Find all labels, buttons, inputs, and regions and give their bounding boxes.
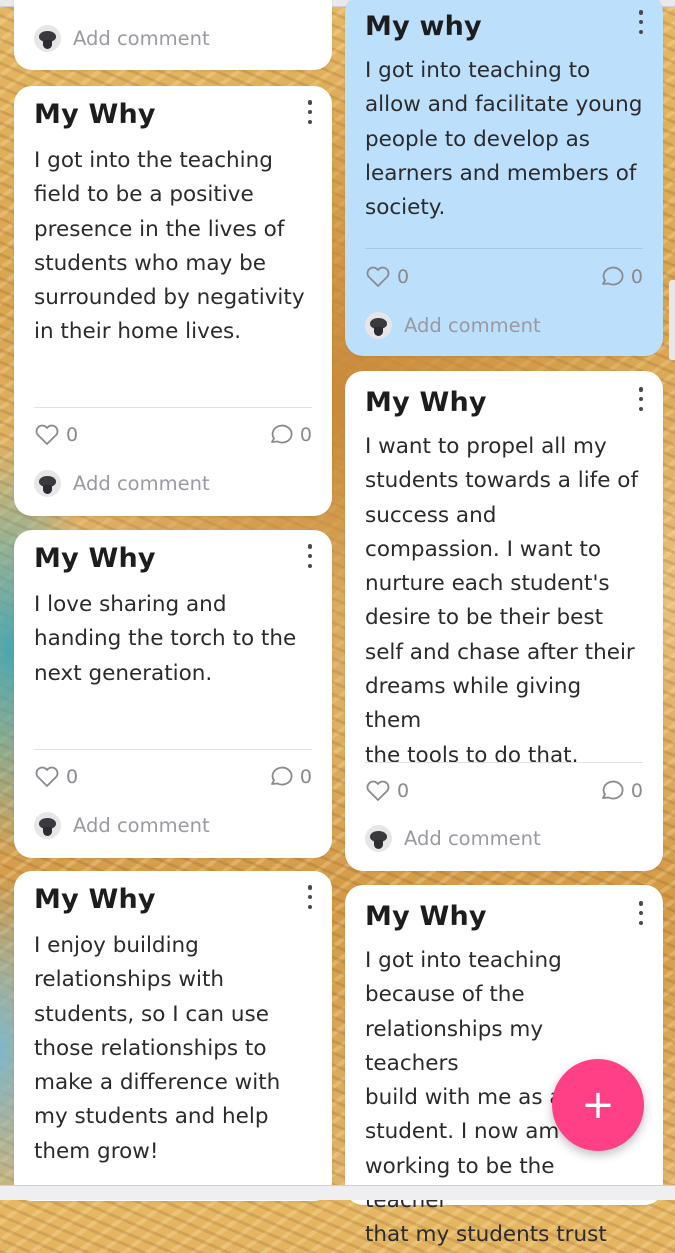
more-vertical-icon[interactable] bbox=[306, 100, 314, 124]
comment-button[interactable]: 0 bbox=[599, 779, 643, 803]
post-body: I want to propel all my students towards … bbox=[365, 434, 639, 768]
post-title: My Why bbox=[34, 543, 156, 574]
post-body: I love sharing and handing the torch to t… bbox=[34, 592, 297, 686]
comment-bubble-icon bbox=[271, 766, 293, 786]
add-post-button[interactable]: + bbox=[552, 1059, 644, 1151]
post-body: I got into the teaching field to be a pos… bbox=[34, 148, 305, 345]
heart-icon bbox=[35, 766, 59, 787]
comment-button[interactable]: 0 bbox=[268, 765, 312, 789]
like-count: 0 bbox=[397, 266, 410, 288]
comment-count: 0 bbox=[299, 424, 312, 446]
post-card[interactable]: My Why I love sharing and handing the tor… bbox=[14, 530, 332, 858]
reactions-row: 0 0 bbox=[365, 263, 643, 291]
more-vertical-icon[interactable] bbox=[637, 387, 645, 411]
add-comment-row[interactable]: Add comment bbox=[365, 823, 541, 853]
comment-bubble-icon bbox=[602, 266, 624, 286]
reactions-row: 0 0 bbox=[365, 777, 643, 805]
post-card[interactable]: My Why I enjoy building relationships wit… bbox=[14, 871, 332, 1201]
heart-icon bbox=[366, 266, 390, 287]
add-comment-label[interactable]: Add comment bbox=[73, 27, 210, 50]
avatar-icon bbox=[34, 469, 61, 497]
add-comment-row[interactable]: Add comment bbox=[34, 23, 210, 53]
avatar-icon bbox=[34, 811, 61, 839]
avatar-icon bbox=[365, 311, 392, 339]
post-title: My Why bbox=[34, 99, 156, 130]
like-count: 0 bbox=[66, 766, 79, 788]
add-comment-label[interactable]: Add comment bbox=[73, 814, 210, 837]
avatar-icon bbox=[365, 824, 392, 852]
post-card-partial[interactable]: Add comment bbox=[14, 0, 332, 70]
post-body: I got into teaching to allow and facilita… bbox=[365, 58, 643, 221]
more-vertical-icon[interactable] bbox=[306, 885, 314, 909]
divider bbox=[34, 749, 312, 750]
like-button[interactable]: 0 bbox=[34, 423, 78, 447]
post-title: My Why bbox=[34, 884, 156, 915]
reactions-row: 0 0 bbox=[34, 763, 312, 791]
heart-icon bbox=[366, 780, 390, 801]
post-title: My why bbox=[365, 11, 482, 42]
comment-button[interactable]: 0 bbox=[268, 423, 312, 447]
post-card[interactable]: My Why I want to propel all my students t… bbox=[345, 371, 663, 871]
plus-icon: + bbox=[581, 1082, 615, 1128]
avatar-icon bbox=[34, 24, 61, 52]
divider bbox=[365, 762, 643, 763]
comment-button[interactable]: 0 bbox=[599, 265, 643, 289]
comment-count: 0 bbox=[299, 766, 312, 788]
like-button[interactable]: 0 bbox=[365, 265, 409, 289]
like-count: 0 bbox=[397, 780, 410, 802]
divider bbox=[34, 407, 312, 408]
post-card[interactable]: My Why I got into teaching because of the… bbox=[345, 885, 663, 1247]
post-card-highlighted[interactable]: My why I got into teaching to allow and f… bbox=[345, 0, 663, 356]
like-count: 0 bbox=[66, 424, 79, 446]
comment-count: 0 bbox=[630, 780, 643, 802]
heart-icon bbox=[35, 424, 59, 445]
reactions-row: 0 0 bbox=[34, 421, 312, 449]
add-comment-label[interactable]: Add comment bbox=[73, 472, 210, 495]
more-vertical-icon[interactable] bbox=[637, 10, 645, 34]
divider bbox=[365, 248, 643, 249]
scroll-indicator[interactable] bbox=[669, 280, 675, 360]
post-title: My Why bbox=[365, 387, 487, 418]
post-title: My Why bbox=[365, 901, 487, 932]
add-comment-row[interactable]: Add comment bbox=[34, 810, 210, 840]
add-comment-row[interactable]: Add comment bbox=[34, 468, 210, 498]
post-card[interactable]: My Why I got into the teaching field to b… bbox=[14, 86, 332, 516]
comment-bubble-icon bbox=[602, 780, 624, 800]
comment-count: 0 bbox=[630, 266, 643, 288]
more-vertical-icon[interactable] bbox=[637, 901, 645, 925]
add-comment-label[interactable]: Add comment bbox=[404, 314, 541, 337]
add-comment-row[interactable]: Add comment bbox=[365, 310, 541, 340]
post-body: I enjoy building relationships with studen… bbox=[34, 933, 281, 1164]
add-comment-label[interactable]: Add comment bbox=[404, 827, 541, 850]
like-button[interactable]: 0 bbox=[34, 765, 78, 789]
bottom-bar bbox=[0, 1185, 675, 1200]
more-vertical-icon[interactable] bbox=[306, 544, 314, 568]
comment-bubble-icon bbox=[271, 424, 293, 444]
like-button[interactable]: 0 bbox=[365, 779, 409, 803]
